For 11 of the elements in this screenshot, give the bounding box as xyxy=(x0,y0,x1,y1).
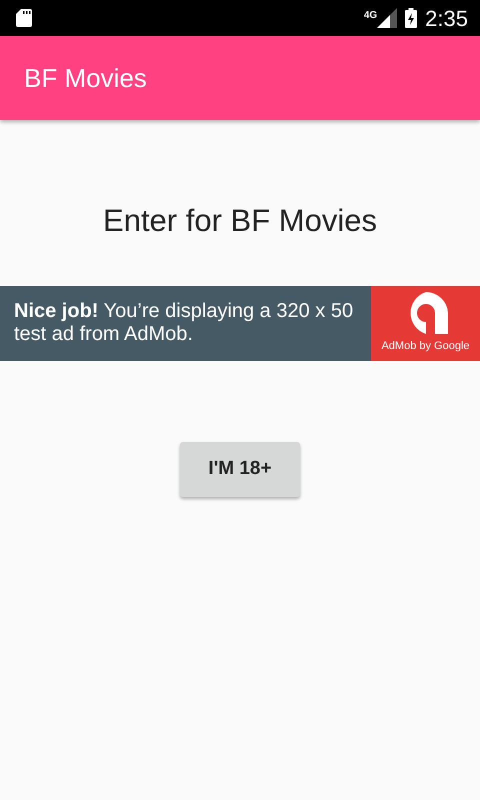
battery-icon xyxy=(405,8,418,28)
sd-card-icon xyxy=(16,9,32,27)
app-title: BF Movies xyxy=(24,62,147,94)
network-type: 4G xyxy=(364,9,378,23)
ad-banner[interactable]: Nice job! You’re displaying a 320 x 50 test ad from AdMob. AdMob by Google xyxy=(0,286,480,360)
ad-brand: AdMob by Google xyxy=(381,338,470,354)
age-confirm-button[interactable]: I'M 18+ xyxy=(180,442,300,496)
signal-icon xyxy=(377,8,398,28)
ad-message: Nice job! You’re displaying a 320 x 50 test ad from AdMob. xyxy=(14,300,354,346)
page-heading: Enter for BF Movies xyxy=(103,203,377,238)
clock: 2:35 xyxy=(425,4,468,32)
